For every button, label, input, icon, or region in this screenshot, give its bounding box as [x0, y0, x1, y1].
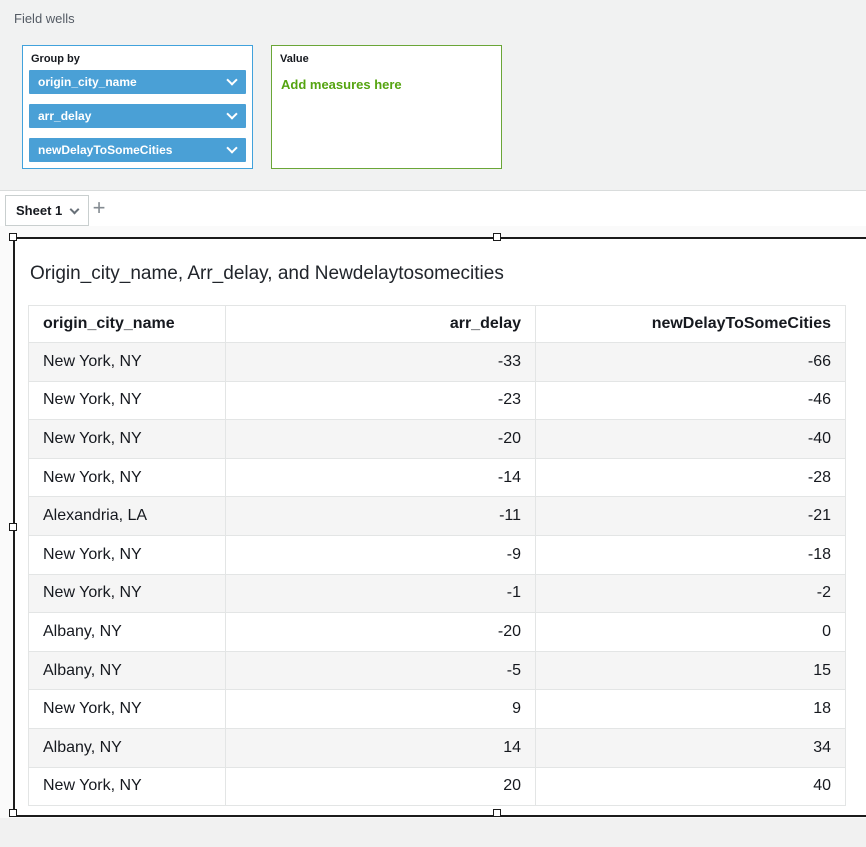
add-measures-hint: Add measures here [281, 77, 402, 92]
cell-new-delay-to-some-cities[interactable]: -21 [536, 497, 846, 536]
cell-new-delay-to-some-cities[interactable]: -66 [536, 343, 846, 382]
resize-handle-top-left[interactable] [9, 233, 17, 241]
sheet-canvas: Origin_city_name, Arr_delay, and Newdela… [0, 226, 866, 847]
table-header-row: origin_city_name arr_delay newDelayToSom… [29, 306, 846, 343]
cell-origin-city-name[interactable]: Albany, NY [29, 728, 226, 767]
field-pill-new-delay-to-some-cities[interactable]: newDelayToSomeCities [29, 138, 246, 162]
cell-new-delay-to-some-cities[interactable]: -18 [536, 535, 846, 574]
cell-new-delay-to-some-cities[interactable]: -28 [536, 458, 846, 497]
group-by-well[interactable]: Group by origin_city_name arr_delay newD… [22, 45, 253, 169]
table-row[interactable]: Albany, NY1434 [29, 728, 846, 767]
cell-origin-city-name[interactable]: Alexandria, LA [29, 497, 226, 536]
cell-origin-city-name[interactable]: New York, NY [29, 767, 226, 806]
cell-arr-delay[interactable]: -23 [226, 381, 536, 420]
cell-arr-delay[interactable]: -20 [226, 420, 536, 459]
table-visual[interactable]: Origin_city_name, Arr_delay, and Newdela… [13, 237, 866, 817]
cell-new-delay-to-some-cities[interactable]: 34 [536, 728, 846, 767]
cell-new-delay-to-some-cities[interactable]: 40 [536, 767, 846, 806]
field-pill-label: arr_delay [38, 109, 91, 123]
cell-new-delay-to-some-cities[interactable]: 0 [536, 613, 846, 652]
cell-arr-delay[interactable]: 9 [226, 690, 536, 729]
table-row[interactable]: New York, NY-14-28 [29, 458, 846, 497]
chevron-down-icon[interactable] [70, 204, 80, 214]
cell-arr-delay[interactable]: -9 [226, 535, 536, 574]
table-row[interactable]: New York, NY918 [29, 690, 846, 729]
table-row[interactable]: New York, NY-23-46 [29, 381, 846, 420]
value-label: Value [280, 53, 309, 65]
sheet-tab-bar: Sheet 1 + [0, 192, 866, 226]
canvas-bottom-strip [0, 818, 866, 847]
table-body: New York, NY-33-66New York, NY-23-46New … [29, 343, 846, 806]
chevron-down-icon[interactable] [226, 142, 237, 153]
cell-origin-city-name[interactable]: Albany, NY [29, 613, 226, 652]
cell-new-delay-to-some-cities[interactable]: 18 [536, 690, 846, 729]
table-row[interactable]: Alexandria, LA-11-21 [29, 497, 846, 536]
cell-arr-delay[interactable]: 14 [226, 728, 536, 767]
cell-arr-delay[interactable]: -1 [226, 574, 536, 613]
table-row[interactable]: New York, NY-1-2 [29, 574, 846, 613]
table-row[interactable]: Albany, NY-515 [29, 651, 846, 690]
column-header-arr-delay[interactable]: arr_delay [226, 306, 536, 343]
table-row[interactable]: New York, NY-9-18 [29, 535, 846, 574]
cell-origin-city-name[interactable]: New York, NY [29, 381, 226, 420]
field-wells-label[interactable]: Field wells [14, 11, 75, 26]
cell-origin-city-name[interactable]: New York, NY [29, 574, 226, 613]
value-well[interactable]: Value Add measures here [271, 45, 502, 169]
table-row[interactable]: New York, NY-33-66 [29, 343, 846, 382]
table-row[interactable]: New York, NY2040 [29, 767, 846, 806]
chevron-down-icon[interactable] [226, 74, 237, 85]
table-row[interactable]: Albany, NY-200 [29, 613, 846, 652]
field-pill-label: origin_city_name [38, 75, 137, 89]
table-container: origin_city_name arr_delay newDelayToSom… [28, 305, 846, 806]
tab-sheet-1[interactable]: Sheet 1 [5, 195, 89, 226]
cell-new-delay-to-some-cities[interactable]: -46 [536, 381, 846, 420]
cell-origin-city-name[interactable]: New York, NY [29, 343, 226, 382]
field-wells-panel: Field wells Group by origin_city_name ar… [0, 0, 866, 191]
cell-arr-delay[interactable]: -5 [226, 651, 536, 690]
group-by-label: Group by [31, 53, 80, 65]
table-row[interactable]: New York, NY-20-40 [29, 420, 846, 459]
cell-arr-delay[interactable]: -14 [226, 458, 536, 497]
cell-arr-delay[interactable]: -33 [226, 343, 536, 382]
visual-title[interactable]: Origin_city_name, Arr_delay, and Newdela… [30, 263, 504, 285]
field-pill-label: newDelayToSomeCities [38, 143, 172, 157]
cell-new-delay-to-some-cities[interactable]: -2 [536, 574, 846, 613]
add-sheet-button[interactable]: + [86, 193, 112, 224]
cell-origin-city-name[interactable]: Albany, NY [29, 651, 226, 690]
sheet-tab-label: Sheet 1 [16, 203, 62, 218]
column-header-origin-city-name[interactable]: origin_city_name [29, 306, 226, 343]
cell-new-delay-to-some-cities[interactable]: -40 [536, 420, 846, 459]
cell-origin-city-name[interactable]: New York, NY [29, 458, 226, 497]
cell-new-delay-to-some-cities[interactable]: 15 [536, 651, 846, 690]
cell-arr-delay[interactable]: 20 [226, 767, 536, 806]
column-header-new-delay-to-some-cities[interactable]: newDelayToSomeCities [536, 306, 846, 343]
resize-handle-bottom-left[interactable] [9, 809, 17, 817]
cell-arr-delay[interactable]: -20 [226, 613, 536, 652]
field-pill-origin-city-name[interactable]: origin_city_name [29, 70, 246, 94]
field-pill-arr-delay[interactable]: arr_delay [29, 104, 246, 128]
data-table: origin_city_name arr_delay newDelayToSom… [28, 305, 846, 806]
resize-handle-bottom-center[interactable] [493, 809, 501, 817]
resize-handle-top-center[interactable] [493, 233, 501, 241]
cell-origin-city-name[interactable]: New York, NY [29, 690, 226, 729]
resize-handle-middle-left[interactable] [9, 523, 17, 531]
chevron-down-icon[interactable] [226, 108, 237, 119]
cell-origin-city-name[interactable]: New York, NY [29, 420, 226, 459]
cell-arr-delay[interactable]: -11 [226, 497, 536, 536]
cell-origin-city-name[interactable]: New York, NY [29, 535, 226, 574]
